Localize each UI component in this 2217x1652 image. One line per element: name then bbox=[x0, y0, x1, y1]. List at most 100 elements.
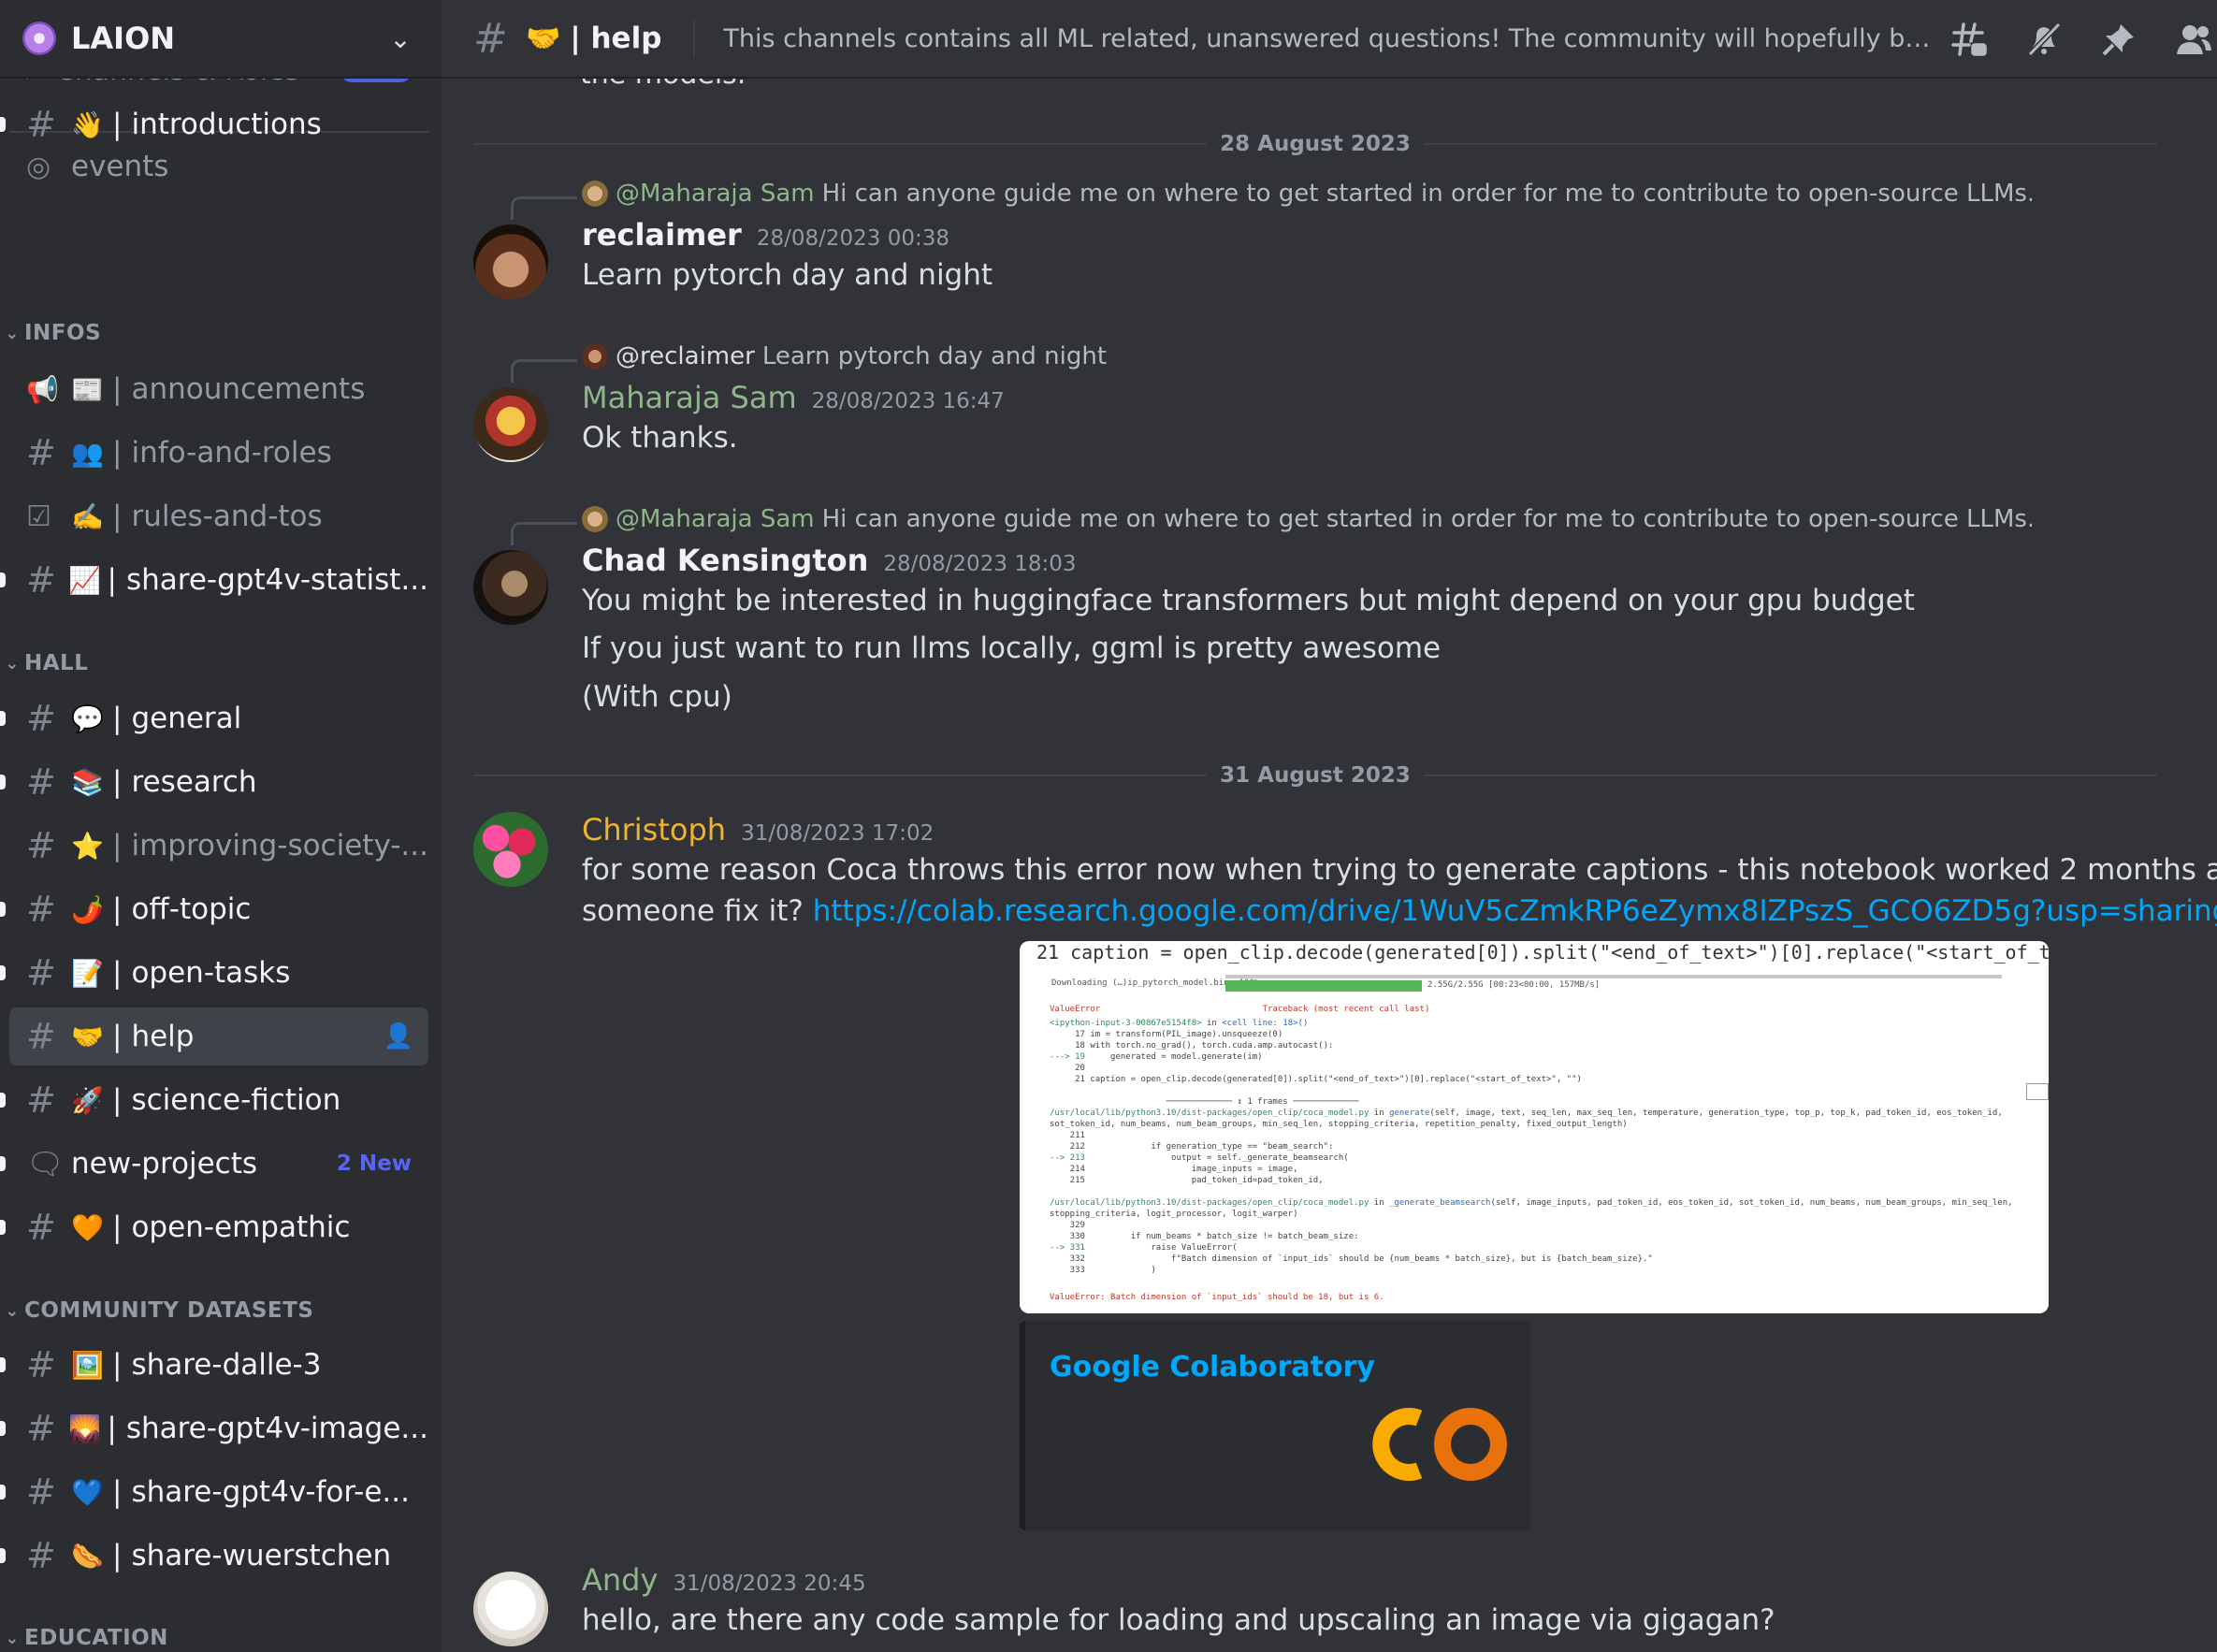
category-infos[interactable]: ⌄ INFOS bbox=[0, 321, 101, 345]
unread-indicator bbox=[0, 1156, 6, 1171]
server-logo-icon bbox=[22, 22, 56, 55]
header-divider bbox=[693, 20, 696, 57]
chevron-down-icon: ⌄ bbox=[5, 323, 20, 343]
sidebar-item-info-and-roles[interactable]: # 👥 | info-and-roles bbox=[9, 424, 428, 482]
hash-icon: # bbox=[26, 698, 56, 739]
sidebar-item-share-dalle-3[interactable]: # 🖼️ | share-dalle-3 bbox=[0, 1336, 428, 1394]
message-text: If you just want to run llms locally, gg… bbox=[582, 631, 1442, 665]
channel-label: events bbox=[71, 150, 169, 183]
avatar[interactable] bbox=[473, 225, 548, 299]
sidebar-item-share-gpt4v-for-e[interactable]: # 💙 | share-gpt4v-for-e... bbox=[0, 1463, 428, 1521]
unread-indicator bbox=[0, 1421, 6, 1436]
message-text: You might be interested in huggingface t… bbox=[582, 584, 1915, 617]
link-embed-card[interactable]: Google Colaboratory bbox=[1020, 1321, 1530, 1530]
unread-indicator bbox=[0, 1548, 6, 1563]
chevron-down-icon: ⌄ bbox=[5, 1300, 20, 1321]
channel-header: # 🤝 | help This channels contains all ML… bbox=[442, 0, 2217, 79]
author-name[interactable]: reclaimer bbox=[582, 217, 742, 253]
embed-title[interactable]: Google Colaboratory bbox=[1050, 1351, 1375, 1384]
channel-emoji: 🧡 bbox=[71, 1211, 104, 1243]
chevron-down-icon: ⌄ bbox=[5, 653, 20, 674]
colab-link[interactable]: https://colab.research.google.com/drive/… bbox=[813, 894, 2217, 928]
author-name[interactable]: Andy bbox=[582, 1562, 658, 1598]
channel-emoji: 🌶️ bbox=[71, 893, 104, 925]
sidebar-item-open-empathic[interactable]: # 🧡 | open-empathic bbox=[0, 1198, 428, 1256]
unread-indicator bbox=[0, 117, 6, 132]
unread-indicator bbox=[0, 711, 6, 726]
threads-icon[interactable] bbox=[1949, 20, 1989, 59]
reply-preview[interactable]: @reclaimer Learn pytorch day and night bbox=[582, 342, 2032, 370]
reply-connector bbox=[511, 196, 577, 220]
server-name: LAION bbox=[71, 21, 176, 56]
timestamp: 31/08/2023 17:02 bbox=[741, 821, 935, 846]
author-name[interactable]: Maharaja Sam bbox=[582, 380, 797, 415]
author-name[interactable]: Christoph bbox=[582, 812, 726, 848]
channel-emoji: 🖼️ bbox=[71, 1349, 104, 1381]
category-education[interactable]: ⌄ EDUCATION bbox=[0, 1626, 168, 1650]
muted-bell-icon[interactable] bbox=[2024, 20, 2064, 59]
sidebar-item-help[interactable]: # 🤝 | help 👤 bbox=[9, 1007, 428, 1065]
traceback-header: ValueError Traceback (most recent call l… bbox=[1050, 1005, 1430, 1014]
new-posts-badge: 2 New bbox=[336, 1152, 412, 1176]
sidebar-item-events[interactable]: ◎ events bbox=[9, 138, 428, 196]
channel-emoji: 🌄 bbox=[67, 1413, 101, 1444]
unread-indicator bbox=[0, 965, 6, 980]
channel-topic[interactable]: This channels contains all ML related, u… bbox=[723, 24, 1930, 53]
channel-emoji: 🤝 bbox=[71, 1021, 104, 1052]
unread-indicator bbox=[0, 1093, 6, 1108]
download-progress-bar bbox=[1225, 980, 1422, 992]
channel-label: announcements bbox=[131, 372, 366, 406]
sidebar-item-science-fiction[interactable]: # 🚀 | science-fiction bbox=[0, 1071, 428, 1129]
download-stats: 2.55G/2.55G [00:23<00:00, 157MB/s] bbox=[1427, 980, 1601, 990]
sidebar-item-share-gpt4v-statistics[interactable]: # 📈 | share-gpt4v-statist... bbox=[0, 551, 428, 609]
avatar[interactable] bbox=[473, 387, 548, 462]
reply-preview[interactable]: @Maharaja Sam Hi can anyone guide me on … bbox=[582, 180, 2032, 208]
chevron-down-icon[interactable]: ⌄ bbox=[382, 23, 419, 54]
sidebar-item-share-wuerstchen[interactable]: # 🌭 | share-wuerstchen bbox=[0, 1527, 428, 1585]
date-divider: 28 August 2023 bbox=[473, 130, 2158, 158]
channel-label: science-fiction bbox=[131, 1083, 341, 1117]
hash-icon: # bbox=[26, 1408, 56, 1449]
author-name[interactable]: Chad Kensington bbox=[582, 543, 868, 578]
image-tab bbox=[2026, 1083, 2049, 1100]
sidebar-item-off-topic[interactable]: # 🌶️ | off-topic bbox=[0, 880, 428, 938]
reply-preview[interactable]: @Maharaja Sam Hi can anyone guide me on … bbox=[582, 505, 2032, 533]
channel-emoji: 📝 bbox=[71, 957, 104, 989]
sidebar-item-rules-and-tos[interactable]: ☑ ✍️ | rules-and-tos bbox=[9, 487, 428, 545]
member-list-icon[interactable] bbox=[2174, 20, 2213, 59]
add-member-icon[interactable]: 👤 bbox=[384, 1022, 413, 1051]
unread-indicator bbox=[0, 572, 6, 587]
message-text: someone fix it? https://colab.research.g… bbox=[582, 894, 2217, 928]
code-line: 21 caption = open_clip.decode(generated[… bbox=[1036, 941, 2049, 964]
server-header[interactable]: LAION ⌄ bbox=[0, 0, 442, 79]
message-text: hello, are there any code sample for loa… bbox=[582, 1603, 1775, 1637]
final-error-line: ValueError: Batch dimension of `input_id… bbox=[1050, 1293, 1384, 1302]
channel-label: new-projects bbox=[71, 1147, 258, 1181]
sidebar-item-general[interactable]: # 💬 | general bbox=[0, 689, 428, 747]
category-hall[interactable]: ⌄ HALL bbox=[0, 651, 88, 675]
message-text: the models. bbox=[580, 79, 746, 91]
sidebar-item-research[interactable]: # 📚 | research bbox=[0, 753, 428, 811]
sidebar-item-improving-society[interactable]: # ⭐ | improving-society-... bbox=[9, 817, 428, 875]
channel-label: info-and-roles bbox=[131, 436, 332, 470]
channel-label: improving-society-... bbox=[131, 829, 428, 862]
channel-label: share-dalle-3 bbox=[131, 1348, 322, 1382]
category-community-datasets[interactable]: ⌄ COMMUNITY DATASETS bbox=[0, 1298, 313, 1323]
channel-sidebar: ⌕ Channels & Roles LAION ⌄ # 👋 | introdu… bbox=[0, 0, 442, 1652]
hash-icon: # bbox=[26, 432, 56, 473]
sidebar-item-open-tasks[interactable]: # 📝 | open-tasks bbox=[0, 944, 428, 1002]
channel-label: share-gpt4v-statist... bbox=[126, 563, 428, 597]
unread-indicator bbox=[0, 775, 6, 790]
date-divider: 31 August 2023 bbox=[473, 761, 2158, 790]
sidebar-item-new-projects[interactable]: 🗨 new-projects 2 New bbox=[0, 1135, 428, 1193]
traceback-body: <ipython-input-3-00867e5154f8> in <cell … bbox=[1050, 1019, 2013, 1275]
sidebar-item-share-gpt4v-image[interactable]: # 🌄 | share-gpt4v-image... bbox=[0, 1399, 428, 1457]
message-list[interactable]: the models. 28 August 2023 @Maharaja Sam… bbox=[442, 79, 2217, 1652]
avatar[interactable] bbox=[473, 812, 548, 887]
avatar[interactable] bbox=[473, 550, 548, 625]
pin-icon[interactable] bbox=[2099, 20, 2138, 59]
sidebar-item-announcements[interactable]: 📢 📰 | announcements bbox=[9, 360, 428, 418]
error-screenshot[interactable]: 21 caption = open_clip.decode(generated[… bbox=[1020, 941, 2049, 1313]
avatar[interactable] bbox=[473, 1572, 548, 1646]
hash-icon: # bbox=[26, 1207, 56, 1248]
